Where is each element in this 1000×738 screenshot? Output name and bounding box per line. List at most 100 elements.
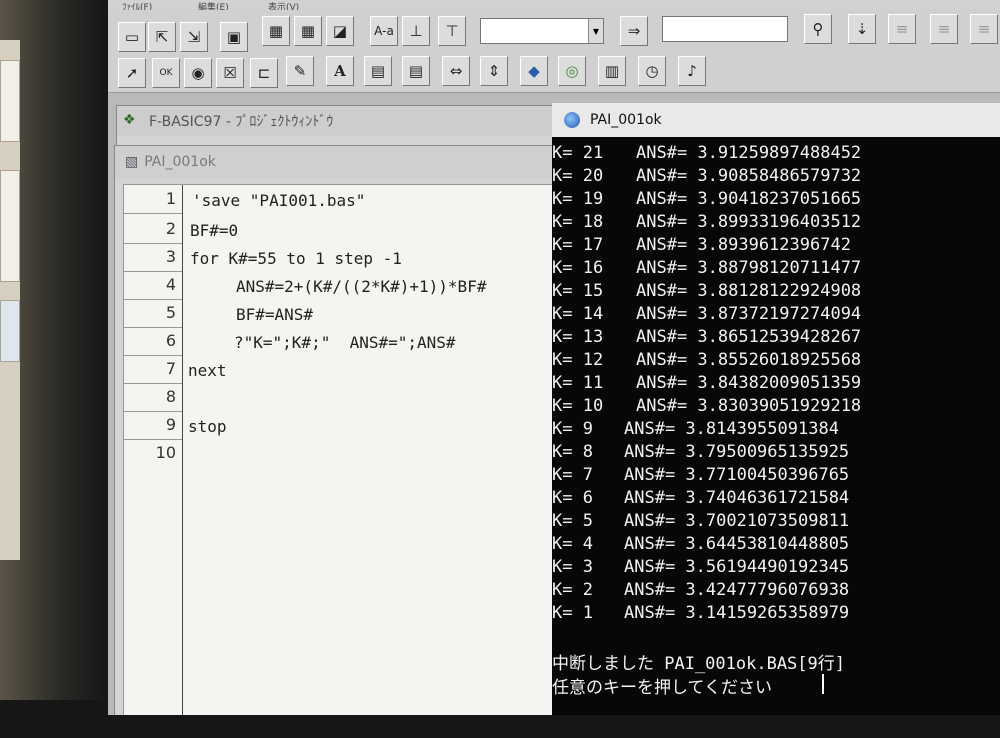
image-icon[interactable]: ◆ — [520, 56, 548, 86]
toolbar-controls: ➚ OK ◉ ☒ ⊏ ✎ A ▤ ▤ ⇔ ⇕ ◆ ◎ ▥ ◷ ♪ — [108, 52, 1000, 93]
frame-icon[interactable]: ⊏ — [250, 58, 278, 88]
project-window-title: F-BASIC97 - ﾌﾟﾛｼﾞｪｸﾄｳｨﾝﾄﾞｳ — [149, 114, 334, 130]
line-number: 6 — [165, 331, 176, 350]
output-k: K= 21 — [552, 143, 604, 163]
output-k: K= 6 — [552, 488, 593, 508]
ok-button-icon[interactable]: OK — [152, 58, 180, 88]
bookmark-icon[interactable]: ≡ — [970, 14, 998, 44]
code-editor[interactable]: 1 2 3 4 5 6 7 8 9 10 'save "PAI001.bas" … — [123, 184, 555, 715]
code-line[interactable]: ?"K=";K#;" ANS#=";ANS# — [234, 333, 456, 352]
output-ans: ANS#= 3.90418237051665 — [636, 189, 862, 209]
new-file-icon[interactable]: ▭ — [118, 22, 146, 52]
indent-icon[interactable]: ≡ — [888, 14, 916, 44]
line-separator — [124, 243, 182, 244]
jump-icon[interactable]: ⇒ — [620, 16, 648, 46]
output-ans: ANS#= 3.88128122924908 — [636, 281, 862, 301]
align-top-icon[interactable]: ⊤ — [438, 16, 466, 46]
output-ans: ANS#= 3.79500965135925 — [624, 442, 850, 462]
code-line[interactable]: 'save "PAI001.bas" — [192, 191, 365, 210]
font-icon[interactable]: A — [326, 56, 354, 86]
output-k: K= 20 — [552, 166, 604, 186]
output-ans: ANS#= 3.42477796076938 — [624, 580, 850, 600]
outdent-icon[interactable]: ≡ — [930, 14, 958, 44]
output-k: K= 11 — [552, 373, 604, 393]
scroll-h-icon[interactable]: ⇔ — [442, 56, 470, 86]
music-icon[interactable]: ♪ — [678, 56, 706, 86]
code-line[interactable]: for K#=55 to 1 step -1 — [190, 249, 402, 268]
project-window-titlebar[interactable]: ❖ F-BASIC97 - ﾌﾟﾛｼﾞｪｸﾄｳｨﾝﾄﾞｳ — [117, 106, 557, 136]
object-select[interactable]: ▼ — [480, 18, 604, 44]
output-k: K= 18 — [552, 212, 604, 232]
output-ans: ANS#= 3.83039051929218 — [636, 396, 862, 416]
output-window-titlebar[interactable]: PAI_001ok — [552, 103, 1000, 138]
form-arrange-icon[interactable]: ◪ — [326, 16, 354, 46]
chevron-down-icon[interactable]: ▼ — [588, 19, 603, 43]
checkbox-icon[interactable]: ☒ — [216, 58, 244, 88]
console-output[interactable]: K= 21 ANS#= 3.91259897488452 K= 20 ANS#= 3… — [552, 137, 1000, 715]
project-window[interactable]: ❖ F-BASIC97 - ﾌﾟﾛｼﾞｪｸﾄｳｨﾝﾄﾞｳ — [116, 105, 558, 147]
output-k: K= 7 — [552, 465, 593, 485]
code-line[interactable]: BF#=ANS# — [236, 305, 313, 324]
replace-icon[interactable]: A-a — [370, 16, 398, 46]
output-ans: ANS#= 3.84382009051359 — [636, 373, 862, 393]
output-k: K= 13 — [552, 327, 604, 347]
output-k: K= 5 — [552, 511, 593, 531]
list-icon[interactable]: ▤ — [402, 56, 430, 86]
output-ans: ANS#= 3.74046361721584 — [624, 488, 850, 508]
app-globe-icon — [564, 112, 580, 128]
open-file-icon[interactable]: ⇱ — [148, 22, 176, 52]
line-number: 2 — [165, 219, 176, 238]
mdi-workspace: ❖ F-BASIC97 - ﾌﾟﾛｼﾞｪｸﾄｳｨﾝﾄﾞｳ ▧ PAI_001ok… — [108, 93, 1000, 715]
line-number: 9 — [165, 415, 176, 434]
output-k: K= 2 — [552, 580, 593, 600]
search-field[interactable] — [662, 16, 788, 42]
code-line[interactable]: stop — [188, 417, 227, 436]
line-number: 7 — [165, 359, 176, 378]
output-ans: ANS#= 3.64453810448805 — [624, 534, 850, 554]
line-separator — [124, 327, 182, 328]
code-line[interactable]: BF#=0 — [190, 221, 238, 240]
code-line[interactable]: next — [188, 361, 227, 380]
align-icon[interactable]: ⊥ — [402, 16, 430, 46]
output-ans: ANS#= 3.85526018925568 — [636, 350, 862, 370]
film-icon[interactable]: ▥ — [598, 56, 626, 86]
pointer-icon[interactable]: ➚ — [118, 58, 146, 88]
editor-window-titlebar[interactable]: ▧ PAI_001ok — [115, 146, 555, 178]
output-ans: ANS#= 3.90858486579732 — [636, 166, 862, 186]
output-ans: ANS#= 3.8939612396742 — [636, 235, 851, 255]
wall-poster — [0, 300, 20, 362]
line-number: 1 — [165, 189, 176, 208]
text-cursor — [822, 674, 824, 694]
label-tool-icon[interactable]: ✎ — [286, 56, 314, 86]
line-number: 5 — [165, 303, 176, 322]
editor-window[interactable]: ▧ PAI_001ok 1 2 3 4 5 6 7 8 9 10 'save "… — [114, 145, 556, 715]
output-k: K= 4 — [552, 534, 593, 554]
radio-icon[interactable]: ◉ — [184, 58, 212, 88]
output-ans: ANS#= 3.14159265358979 — [624, 603, 850, 623]
scroll-v-icon[interactable]: ⇕ — [480, 56, 508, 86]
line-separator — [124, 411, 182, 412]
text-tool-icon[interactable]: ▤ — [364, 56, 392, 86]
timer-icon[interactable]: ◷ — [638, 56, 666, 86]
project-icon: ❖ — [123, 112, 136, 128]
output-k: K= 15 — [552, 281, 604, 301]
form-copy-icon[interactable]: ▦ — [294, 16, 322, 46]
interrupt-message: 中断しました PAI_001ok.BAS[9行] — [552, 654, 845, 674]
output-k: K= 14 — [552, 304, 604, 324]
search-icon[interactable]: ⚲ — [804, 14, 832, 44]
output-k: K= 1 — [552, 603, 593, 623]
save-file-icon[interactable]: ⇲ — [180, 22, 208, 52]
line-separator — [124, 213, 182, 214]
toolbar-top: ▭ ⇱ ⇲ ▣ ▦ ▦ ◪ A-a ⊥ ⊤ ▼ ⇒ ⚲ ⇣ ≡ ≡ ≡ — [108, 10, 1000, 52]
globe-icon[interactable]: ◎ — [558, 56, 586, 86]
form-icon[interactable]: ▦ — [262, 16, 290, 46]
line-number: 8 — [165, 387, 176, 406]
prompt-message: 任意のキーを押してください — [552, 678, 772, 698]
output-ans: ANS#= 3.87372197274094 — [636, 304, 862, 324]
output-k: K= 10 — [552, 396, 604, 416]
sort-icon[interactable]: ⇣ — [848, 14, 876, 44]
copy-window-icon[interactable]: ▣ — [220, 22, 248, 52]
output-ans: ANS#= 3.70021073509811 — [624, 511, 850, 531]
output-window[interactable]: PAI_001ok K= 21 ANS#= 3.91259897488452 K=… — [552, 103, 1000, 715]
code-line[interactable]: ANS#=2+(K#/((2*K#)+1))*BF# — [236, 277, 486, 296]
